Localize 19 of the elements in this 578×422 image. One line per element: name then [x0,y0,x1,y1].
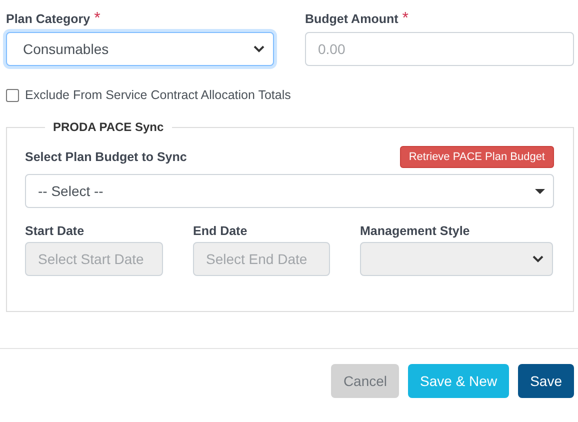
plan-category-select[interactable]: Consumables [6,32,274,66]
retrieve-button[interactable]: Retrieve PACE Plan Budget [400,146,554,168]
field-label: Management Style [360,224,471,238]
caret-down-icon [535,188,545,194]
field-label: Select Plan Budget to Sync [25,150,187,164]
checkbox[interactable] [6,88,19,102]
plan-budget-select[interactable]: -- Select -- [25,174,554,208]
form-button[interactable]: Save [518,364,574,398]
required-mark: * [402,10,409,28]
field-label: Budget Amount [305,12,398,26]
budget-amount-input[interactable]: 0.00 [305,32,574,66]
chevron-down-icon [253,45,265,53]
checkbox-label: Exclude From Service Contract Allocation Totals [25,88,291,102]
chevron-down-icon [532,255,544,263]
panel-legend: PRODA PACE Sync [45,120,172,134]
field-label: Start Date [25,224,86,238]
field-label: Plan Category [6,12,90,26]
required-mark: * [94,10,100,28]
field-label: End Date [193,224,248,238]
